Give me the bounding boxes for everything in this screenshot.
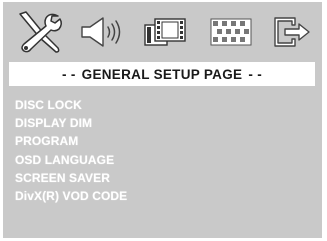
menu-item-divx-vod-code[interactable]: DivX(R) VOD CODE	[15, 187, 127, 205]
exit-icon	[274, 17, 310, 47]
pattern-icon	[210, 18, 252, 46]
page-title: - - GENERAL SETUP PAGE - -	[9, 62, 315, 86]
menu-item-osd-language[interactable]: OSD LANGUAGE	[15, 151, 127, 169]
menu-item-screen-saver[interactable]: SCREEN SAVER	[15, 169, 127, 187]
tab-general-setup[interactable]	[11, 8, 67, 56]
video-icon	[144, 18, 186, 46]
setup-tab-bar	[3, 8, 322, 56]
tab-audio-setup[interactable]	[77, 8, 129, 56]
tab-exit-setup[interactable]	[267, 8, 317, 56]
title-dash-right: - -	[248, 66, 262, 82]
page-title-text: GENERAL SETUP PAGE	[81, 66, 243, 82]
setup-menu-panel: - - GENERAL SETUP PAGE - - DISC LOCK DIS…	[3, 2, 322, 238]
tab-preference-setup[interactable]	[205, 8, 257, 56]
tools-icon	[19, 11, 63, 53]
setup-options-list: DISC LOCK DISPLAY DIM PROGRAM OSD LANGUA…	[15, 96, 127, 205]
speaker-icon	[81, 17, 121, 47]
title-dash-left: - -	[62, 66, 76, 82]
tab-video-setup[interactable]	[139, 8, 193, 56]
menu-item-disc-lock[interactable]: DISC LOCK	[15, 96, 127, 114]
menu-item-program[interactable]: PROGRAM	[15, 132, 127, 150]
menu-item-display-dim[interactable]: DISPLAY DIM	[15, 114, 127, 132]
